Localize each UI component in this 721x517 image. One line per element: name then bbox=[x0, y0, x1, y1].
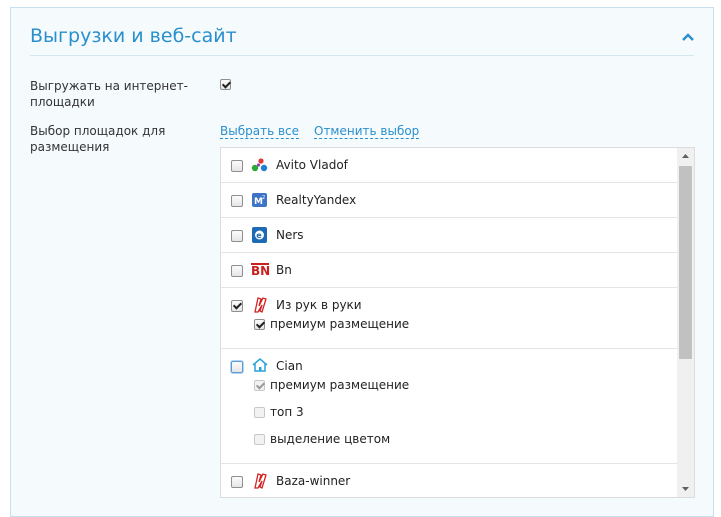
platform-name: Cian bbox=[276, 359, 303, 373]
option-label: топ 3 bbox=[270, 405, 304, 419]
svg-text:2: 2 bbox=[262, 195, 265, 201]
select-all-link[interactable]: Выбрать все bbox=[220, 124, 300, 139]
option-premium[interactable]: премиум размещение bbox=[254, 378, 409, 392]
scroll-up-arrow-icon[interactable] bbox=[677, 148, 694, 164]
platform-row-cian[interactable]: Cian премиум размещение топ 3 выделение … bbox=[221, 349, 678, 464]
platforms-listbox[interactable]: Avito Vladof M 2 RealtyYandex e Ners BN … bbox=[220, 147, 695, 498]
platform-checkbox[interactable] bbox=[231, 230, 243, 242]
title-divider bbox=[30, 55, 694, 56]
platform-name: Ners bbox=[276, 228, 304, 242]
listbox-scrollbar[interactable] bbox=[677, 148, 694, 497]
platform-name: RealtyYandex bbox=[276, 193, 357, 207]
collapse-chevron-icon[interactable] bbox=[681, 31, 695, 41]
option-premium[interactable]: премиум размещение bbox=[254, 317, 409, 331]
option-label: премиум размещение bbox=[270, 317, 410, 331]
option-checkbox[interactable] bbox=[254, 406, 265, 418]
export-section-panel: Выгрузки и веб-сайт Выгружать на интерне… bbox=[10, 7, 714, 517]
platform-row-realty-yandex[interactable]: M 2 RealtyYandex bbox=[221, 183, 678, 218]
svg-text:e: e bbox=[256, 231, 262, 240]
realty-yandex-logo-icon: M 2 bbox=[251, 192, 269, 208]
scroll-down-arrow-icon[interactable] bbox=[677, 481, 694, 497]
svg-text:BN: BN bbox=[251, 264, 270, 278]
ners-logo-icon: e bbox=[251, 227, 269, 243]
export-checkbox[interactable] bbox=[220, 79, 231, 90]
platform-row-irr[interactable]: Из рук в руки премиум размещение bbox=[221, 288, 678, 349]
option-label: выделение цветом bbox=[270, 432, 391, 446]
bn-logo-icon: BN bbox=[251, 262, 270, 278]
option-top3[interactable]: топ 3 bbox=[254, 405, 304, 419]
option-highlight[interactable]: выделение цветом bbox=[254, 432, 390, 446]
platform-row-baza-winner[interactable]: Baza-winner bbox=[221, 464, 678, 497]
platform-name: Baza-winner bbox=[276, 474, 351, 488]
platform-checkbox[interactable] bbox=[231, 195, 243, 207]
option-checkbox[interactable] bbox=[254, 318, 265, 330]
platform-row-ners[interactable]: e Ners bbox=[221, 218, 678, 253]
baza-winner-logo-icon bbox=[251, 473, 269, 489]
export-label: Выгружать на интернет-площадки bbox=[30, 79, 188, 109]
platform-row-avito[interactable]: Avito Vladof bbox=[221, 148, 678, 183]
cian-house-icon bbox=[251, 357, 269, 373]
deselect-link[interactable]: Отменить выбор bbox=[314, 124, 420, 139]
option-label: премиум размещение bbox=[270, 378, 410, 392]
platform-checkbox[interactable] bbox=[231, 300, 243, 312]
platforms-label: Выбор площадок для размещения bbox=[30, 124, 166, 154]
platform-name: Avito Vladof bbox=[276, 158, 348, 172]
platform-name: Bn bbox=[276, 263, 292, 277]
platform-checkbox[interactable] bbox=[231, 160, 243, 172]
irr-logo-icon bbox=[251, 297, 269, 313]
platform-row-bn[interactable]: BN Bn bbox=[221, 253, 678, 288]
platform-checkbox[interactable] bbox=[231, 476, 243, 488]
scroll-thumb[interactable] bbox=[679, 166, 692, 359]
avito-logo-icon bbox=[251, 157, 269, 173]
section-title: Выгрузки и веб-сайт bbox=[30, 25, 237, 47]
platform-name: Из рук в руки bbox=[276, 298, 362, 312]
platform-checkbox[interactable] bbox=[231, 265, 243, 277]
platform-checkbox[interactable] bbox=[231, 361, 243, 373]
option-checkbox[interactable] bbox=[254, 433, 265, 445]
option-checkbox[interactable] bbox=[254, 379, 265, 391]
